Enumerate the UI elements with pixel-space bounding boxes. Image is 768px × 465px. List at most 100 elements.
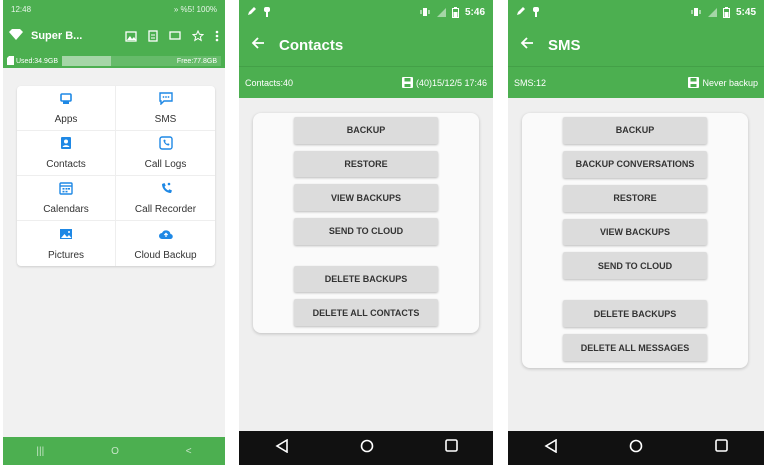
status-bar: 5:45	[508, 0, 764, 24]
info-bar: Contacts:40 (40)15/12/5 17:46	[239, 66, 493, 98]
phone-sms-screen: 5:45 SMS SMS:12 Never backup BACKUP BACK…	[508, 0, 764, 465]
app-bar: Super B...	[3, 18, 225, 54]
feature-grid: Apps SMS Contacts Call Logs Calendars Ca…	[17, 86, 215, 266]
storage-bar: Used:34.9GB Free:77.8GB	[3, 54, 225, 68]
back-arrow-icon[interactable]	[520, 36, 534, 55]
status-bar: 5:46	[239, 0, 493, 24]
actions-card: BACKUP RESTORE VIEW BACKUPS SEND TO CLOU…	[253, 113, 479, 333]
app-title: Super B...	[31, 30, 83, 42]
back-button[interactable]	[274, 438, 289, 458]
view-backups-button[interactable]: VIEW BACKUPS	[563, 218, 707, 246]
grid-item-label: Call Recorder	[134, 204, 197, 215]
calendar-icon	[59, 181, 73, 200]
navigation-bar	[239, 431, 493, 465]
android-icon	[532, 7, 540, 17]
send-to-cloud-button[interactable]: SEND TO CLOUD	[563, 252, 707, 280]
grid-item-label: SMS	[154, 114, 177, 125]
actions-card: BACKUP BACKUP CONVERSATIONS RESTORE VIEW…	[522, 113, 748, 368]
delete-backups-button[interactable]: DELETE BACKUPS	[563, 300, 707, 328]
status-time: 5:45	[735, 6, 756, 18]
grid-item-call-logs[interactable]: Call Logs	[116, 131, 215, 176]
grid-item-label: Calendars	[43, 204, 89, 215]
grid-item-label: Pictures	[47, 249, 85, 261]
last-backup: Never backup	[702, 77, 758, 88]
pictures-icon	[59, 227, 73, 246]
backup-button[interactable]: BACKUP	[294, 117, 438, 144]
phone-contacts-screen: 5:46 Contacts Contacts:40 (40)15/12/5 17…	[239, 0, 493, 465]
save-icon	[688, 77, 700, 88]
storage-meter: Free:77.8GB	[62, 56, 221, 66]
used-storage: Used:34.9GB	[16, 57, 59, 65]
backup-button[interactable]: BACKUP	[563, 117, 707, 144]
view-backups-button[interactable]: VIEW BACKUPS	[294, 184, 438, 212]
android-icon	[263, 7, 271, 17]
vibrate-icon	[690, 7, 702, 17]
app-bar: SMS	[508, 24, 764, 66]
cast-icon[interactable]	[169, 31, 181, 41]
send-to-cloud-button[interactable]: SEND TO CLOUD	[294, 218, 438, 245]
app-bar: Contacts	[239, 24, 493, 66]
restore-button[interactable]: RESTORE	[563, 184, 707, 212]
recents-button[interactable]	[715, 439, 728, 457]
grid-item-label: Call Logs	[144, 159, 187, 170]
diamond-logo-icon	[9, 27, 23, 45]
save-icon	[401, 77, 413, 88]
contacts-count: Contacts:40	[245, 77, 294, 88]
page-title: Contacts	[279, 36, 344, 54]
status-time: 12:48	[11, 4, 32, 14]
backup-conversations-button[interactable]: BACKUP CONVERSATIONS	[563, 150, 707, 178]
delete-all-messages-button[interactable]: DELETE ALL MESSAGES	[563, 334, 707, 362]
apps-icon	[59, 91, 73, 110]
back-button[interactable]: <	[186, 446, 192, 457]
cloud-backup-icon	[158, 227, 174, 246]
grid-item-contacts[interactable]: Contacts	[17, 131, 116, 176]
status-time: 5:46	[464, 6, 485, 18]
home-button[interactable]	[360, 439, 374, 458]
grid-item-calendars[interactable]: Calendars	[17, 176, 116, 221]
page-title: SMS	[548, 36, 581, 54]
image-icon[interactable]	[125, 30, 137, 42]
phone-home-screen: 12:48 » %5! 100% Super B... Used:34.9GB …	[3, 0, 225, 465]
sms-count: SMS:12	[514, 77, 547, 88]
sd-card-icon	[7, 55, 14, 67]
battery-icon	[722, 6, 730, 18]
back-button[interactable]	[544, 438, 558, 458]
recents-button[interactable]	[444, 439, 458, 457]
delete-backups-button[interactable]: DELETE BACKUPS	[294, 265, 438, 293]
grid-item-cloud-backup[interactable]: Cloud Backup	[116, 221, 215, 266]
no-signal-icon	[436, 7, 446, 17]
navigation-bar: ||| O <	[3, 437, 225, 465]
more-vert-icon[interactable]	[215, 30, 219, 42]
no-signal-icon	[707, 7, 717, 17]
battery-icon	[451, 6, 459, 18]
contacts-icon	[59, 136, 73, 155]
document-icon[interactable]	[148, 30, 158, 42]
sms-icon	[158, 91, 173, 110]
grid-item-call-recorder[interactable]: Call Recorder	[116, 176, 215, 221]
grid-item-pictures[interactable]: Pictures	[17, 221, 116, 266]
pen-icon	[247, 6, 257, 19]
grid-item-label: Contacts	[46, 159, 86, 170]
storage-used-fill	[62, 56, 112, 66]
grid-item-apps[interactable]: Apps	[17, 86, 116, 131]
status-indicators: » %5! 100%	[173, 4, 217, 14]
free-storage: Free:77.8GB	[176, 57, 217, 65]
status-bar: 12:48 » %5! 100%	[3, 0, 225, 18]
grid-item-label: Cloud Backup	[134, 249, 197, 261]
grid-item-sms[interactable]: SMS	[116, 86, 215, 131]
home-button[interactable]	[629, 439, 643, 458]
delete-all-contacts-button[interactable]: DELETE ALL CONTACTS	[294, 299, 438, 327]
pen-icon	[516, 6, 526, 19]
home-button[interactable]: O	[111, 446, 119, 457]
info-bar: SMS:12 Never backup	[508, 66, 764, 98]
back-arrow-icon[interactable]	[251, 36, 265, 55]
navigation-bar	[508, 431, 764, 465]
star-icon[interactable]	[192, 30, 204, 42]
recents-button[interactable]: |||	[36, 446, 44, 457]
call-logs-icon	[158, 136, 173, 155]
vibrate-icon	[419, 7, 431, 17]
last-backup: (40)15/12/5 17:46	[415, 77, 487, 88]
call-recorder-icon	[159, 181, 173, 200]
grid-item-label: Apps	[54, 114, 78, 125]
restore-button[interactable]: RESTORE	[294, 150, 438, 178]
